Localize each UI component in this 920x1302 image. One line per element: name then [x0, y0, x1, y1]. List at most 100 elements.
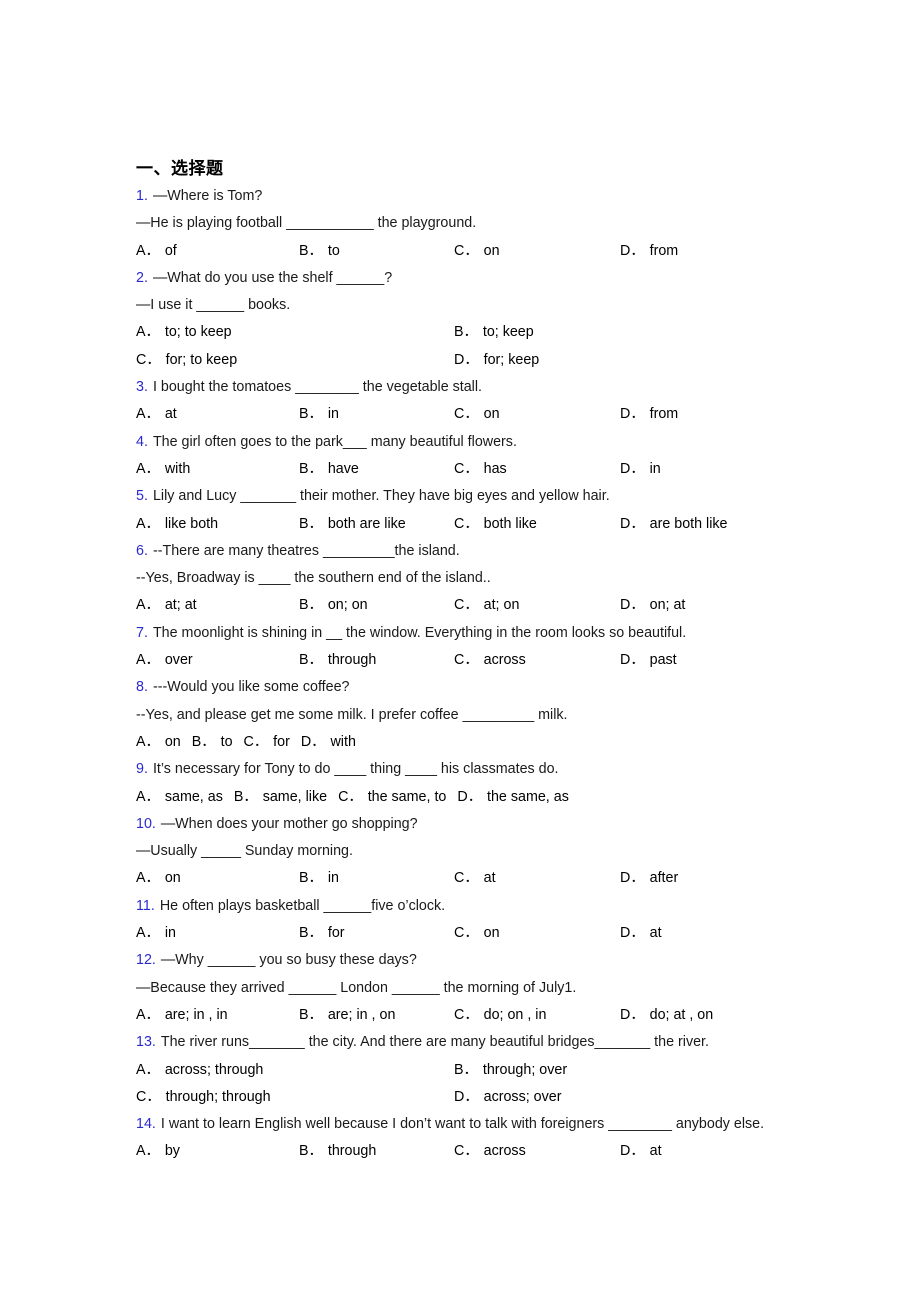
answer-option[interactable]: C． for	[244, 729, 290, 756]
option-letter: B．	[233, 788, 258, 805]
question-stem-text: It’s necessary for Tony to do ____ thing…	[152, 761, 559, 778]
answer-option[interactable]: D． from	[620, 238, 678, 265]
answer-option[interactable]: C． do; on , in	[454, 1002, 546, 1029]
option-text: from	[649, 242, 679, 259]
question-number: 3.	[136, 379, 148, 396]
answer-option[interactable]: D． from	[620, 401, 678, 428]
option-text: across; over	[483, 1088, 562, 1105]
answer-option[interactable]: B． through; over	[454, 1057, 567, 1084]
answer-option[interactable]: C． across	[454, 1138, 526, 1165]
answer-option[interactable]: D． the same, as	[457, 784, 568, 811]
option-letter: A．	[136, 324, 160, 341]
question-block: 3. I bought the tomatoes ________ the veg…	[136, 374, 820, 429]
answer-option[interactable]: A． on	[136, 865, 181, 892]
question-stem-text: —Usually _____ Sunday morning.	[136, 843, 353, 860]
answer-option[interactable]: B． both are like	[299, 511, 406, 538]
answer-option[interactable]: D． are both like	[620, 511, 728, 538]
options-row: A． same, as B． same, like C． the same, to D． th…	[136, 784, 820, 811]
option-letter: D．	[620, 1143, 645, 1160]
answer-option[interactable]: B． to	[299, 238, 340, 265]
answer-option[interactable]: C． through; through	[136, 1084, 271, 1111]
answer-option[interactable]: A． are; in , in	[136, 1002, 228, 1029]
option-text: over	[164, 652, 193, 669]
answer-option[interactable]: D． do; at , on	[620, 1002, 713, 1029]
answer-option[interactable]: A． to; to keep	[136, 319, 232, 346]
option-letter: A．	[136, 925, 160, 942]
answer-option[interactable]: A． at; at	[136, 592, 197, 619]
option-text: are; in , in	[164, 1006, 228, 1023]
answer-option[interactable]: D． at	[620, 1138, 662, 1165]
answer-option[interactable]: A． like both	[136, 511, 218, 538]
option-text: in	[649, 460, 661, 477]
question-block: 5. Lily and Lucy _______ their mother. Th…	[136, 483, 820, 538]
option-text: at	[649, 925, 662, 942]
answer-option[interactable]: B． in	[299, 865, 339, 892]
answer-option[interactable]: D． in	[620, 456, 661, 483]
answer-option[interactable]: B． through	[299, 1138, 376, 1165]
question-stem-continued: —Because they arrived ______ London ____…	[136, 975, 820, 1002]
option-letter: B．	[299, 925, 323, 942]
answer-option[interactable]: A． in	[136, 920, 176, 947]
answer-option[interactable]: A． same, as	[136, 784, 223, 811]
answer-option[interactable]: C． at	[454, 865, 496, 892]
answer-option[interactable]: B． on; on	[299, 592, 368, 619]
answer-option[interactable]: B． have	[299, 456, 359, 483]
answer-option[interactable]: B． through	[299, 647, 376, 674]
answer-option[interactable]: A． across; through	[136, 1057, 263, 1084]
answer-option[interactable]: C． on	[454, 238, 500, 265]
option-text: on; on	[327, 597, 368, 614]
option-letter: B．	[299, 406, 323, 423]
option-text: across	[483, 652, 526, 669]
option-letter: D．	[620, 242, 645, 259]
option-letter: A．	[136, 788, 160, 805]
answer-option[interactable]: D． across; over	[454, 1084, 562, 1111]
answer-option[interactable]: D． after	[620, 865, 678, 892]
answer-option[interactable]: A． by	[136, 1138, 180, 1165]
answer-option[interactable]: D． on; at	[620, 592, 685, 619]
answer-option[interactable]: B． are; in , on	[299, 1002, 395, 1029]
question-block: 12. —Why ______ you so busy these days? —B…	[136, 947, 820, 1029]
option-letter: C．	[338, 788, 363, 805]
answer-option[interactable]: C． has	[454, 456, 507, 483]
answer-option[interactable]: D． past	[620, 647, 677, 674]
question-block: 4. The girl often goes to the park___ man…	[136, 429, 820, 484]
question-stem-text: I bought the tomatoes ________ the veget…	[152, 379, 483, 396]
answer-option[interactable]: A． of	[136, 238, 177, 265]
options-row: A． with B． have C． has D． in	[136, 456, 820, 483]
question-stem: 10. —When does your mother go shopping?	[136, 811, 820, 838]
answer-option[interactable]: B． to	[192, 729, 233, 756]
answer-option[interactable]: A． at	[136, 401, 177, 428]
options-row: A． by B． through C． across D． at	[136, 1138, 820, 1165]
question-block: 7. The moonlight is shining in __ the win…	[136, 620, 820, 675]
answer-option[interactable]: C． the same, to	[338, 784, 446, 811]
answer-option[interactable]: A． on	[136, 729, 181, 756]
option-text: on	[164, 733, 181, 750]
answer-option[interactable]: C． for; to keep	[136, 347, 237, 374]
option-letter: D．	[620, 925, 645, 942]
answer-option[interactable]: D． for; keep	[454, 347, 539, 374]
answer-option[interactable]: C． on	[454, 920, 500, 947]
option-letter: D．	[620, 870, 645, 887]
option-letter: B．	[299, 1143, 323, 1160]
answer-option[interactable]: B． same, like	[234, 784, 327, 811]
answer-option[interactable]: A． over	[136, 647, 193, 674]
option-letter: A．	[136, 515, 160, 532]
question-number: 7.	[136, 624, 148, 641]
question-stem: 8. ---Would you like some coffee?	[136, 674, 820, 701]
answer-option[interactable]: B． to; keep	[454, 319, 534, 346]
answer-option[interactable]: B． in	[299, 401, 339, 428]
question-stem: 4. The girl often goes to the park___ man…	[136, 429, 820, 456]
option-text: at	[483, 870, 496, 887]
answer-option[interactable]: C． on	[454, 401, 500, 428]
option-letter: D．	[300, 733, 326, 750]
answer-option[interactable]: D． at	[620, 920, 662, 947]
option-text: the same, to	[367, 788, 447, 805]
answer-option[interactable]: C． both like	[454, 511, 537, 538]
answer-option[interactable]: A． with	[136, 456, 190, 483]
answer-option[interactable]: B． for	[299, 920, 345, 947]
answer-option[interactable]: C． at; on	[454, 592, 519, 619]
answer-option[interactable]: C． across	[454, 647, 526, 674]
option-letter: D．	[620, 460, 645, 477]
option-text: across; through	[164, 1061, 264, 1078]
answer-option[interactable]: D． with	[301, 729, 356, 756]
